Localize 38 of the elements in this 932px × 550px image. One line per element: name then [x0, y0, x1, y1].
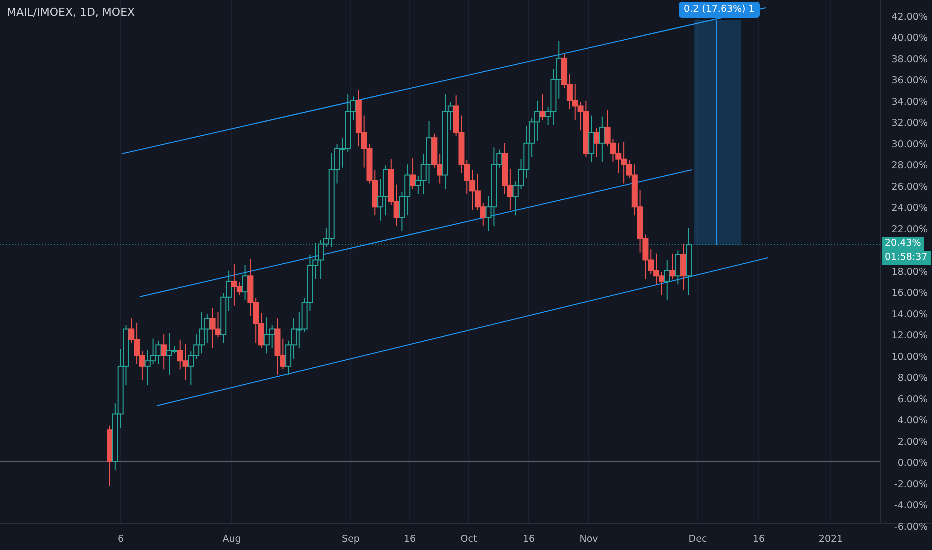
price-tick: 14.00% [892, 309, 928, 320]
price-tick: 18.00% [892, 266, 928, 278]
time-tick: Nov [580, 534, 598, 545]
price-tick: 30.00% [892, 139, 928, 150]
price-tick: 34.00% [892, 96, 928, 108]
time-tick: 16 [404, 534, 416, 545]
time-tick: Oct [460, 534, 478, 545]
time-tick: 16 [522, 534, 536, 545]
price-tick: 12.00% [892, 330, 928, 342]
price-tick: 38.00% [892, 54, 928, 66]
time-tick: Sep [342, 534, 360, 545]
countdown: 01:58:37 [882, 251, 931, 265]
price-tick: 24.00% [892, 203, 928, 214]
price-tick: 36.00% [892, 76, 928, 87]
price-tick: 6.00% [898, 394, 928, 406]
price-tick: 2.00% [898, 436, 928, 448]
time-tick: 16 [752, 534, 766, 545]
time-tick: 2021 [818, 534, 844, 545]
price-tick: 4.00% [898, 416, 928, 427]
price-tick: -6.00% [894, 522, 928, 533]
chart-title: MAIL/IMOEX, 1D, MOEX [7, 6, 136, 19]
price-tick: 40.00% [892, 33, 928, 44]
price-tick: 42.00% [892, 12, 928, 23]
price-tick: 0.00% [898, 458, 928, 470]
price-tick: 10.00% [892, 352, 928, 363]
price-tick: -4.00% [894, 500, 928, 512]
current-value: 20.43% [882, 237, 924, 251]
price-tick: 22.00% [892, 224, 928, 236]
price-tick: 26.00% [892, 182, 928, 193]
price-tick: 16.00% [892, 288, 928, 300]
measure-label: 0.2 (17.63%) 1 [679, 2, 760, 18]
price-tick: 8.00% [898, 373, 928, 384]
time-tick: 6 [118, 534, 124, 545]
time-tick: Dec [688, 534, 708, 545]
price-tick: -2.00% [894, 479, 928, 490]
price-tick: 28.00% [892, 160, 928, 172]
time-tick: Aug [222, 534, 242, 545]
price-tick: 32.00% [892, 118, 928, 130]
